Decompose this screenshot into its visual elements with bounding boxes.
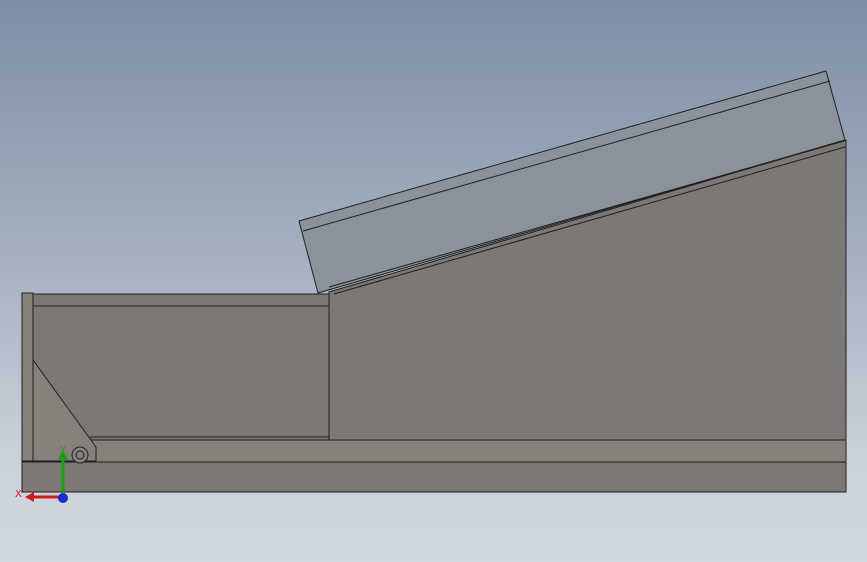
pivot-pin-outer[interactable]: [71, 446, 89, 464]
cad-model-view[interactable]: Y X: [0, 0, 867, 562]
lower-rail[interactable]: [21, 439, 847, 463]
tray-box[interactable]: [32, 293, 330, 441]
triad-x-arrow: [25, 492, 34, 502]
graphics-viewport[interactable]: Y X: [0, 0, 867, 562]
left-wall[interactable]: [21, 292, 34, 462]
triad-z-axis: [58, 493, 68, 503]
base-plate[interactable]: [21, 460, 847, 493]
triad-x-label: X: [15, 489, 22, 500]
triad-y-label: Y: [59, 445, 67, 456]
